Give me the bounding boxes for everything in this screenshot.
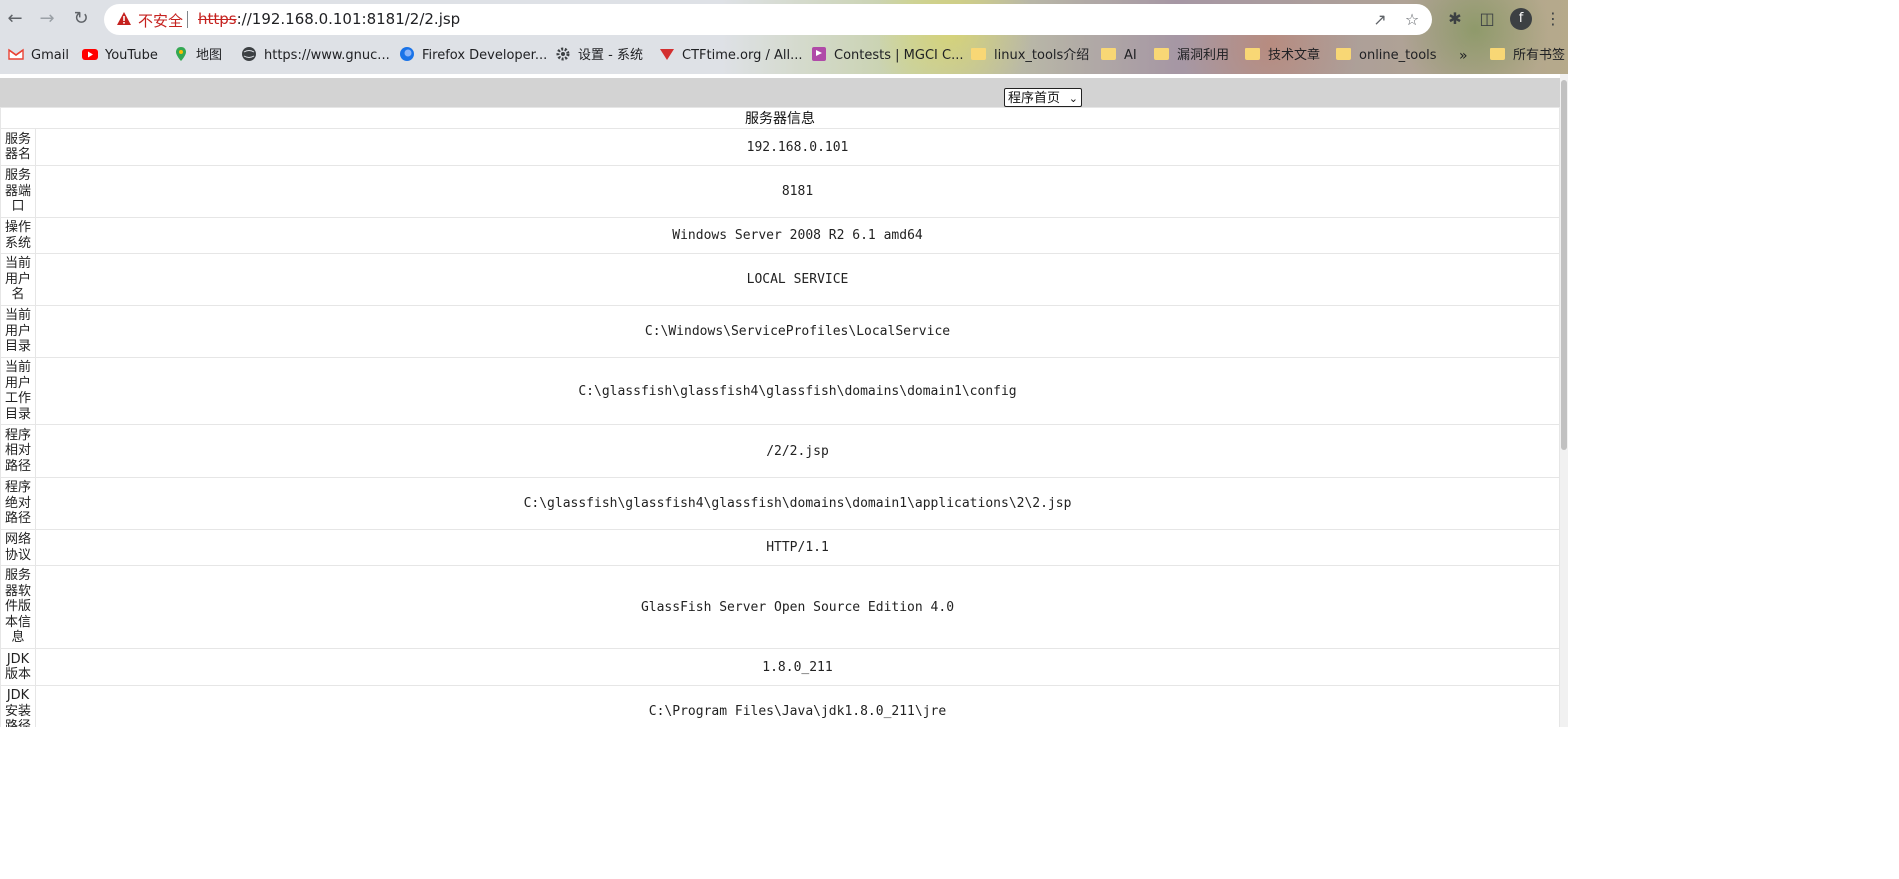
- table-row: JDK版本 1.8.0_211: [0, 648, 1560, 686]
- folder-icon: [1154, 48, 1169, 60]
- menu-kebab-icon[interactable]: ⋮: [1542, 8, 1564, 30]
- bookmark-gmail[interactable]: Gmail: [8, 46, 69, 66]
- url-protocol: https: [198, 10, 237, 28]
- row-value: GlassFish Server Open Source Edition 4.0: [35, 565, 1560, 649]
- program-select[interactable]: 程序首页 ⌄: [1004, 88, 1082, 107]
- table-title: 服务器信息: [0, 107, 1560, 129]
- profile-avatar[interactable]: f: [1510, 8, 1532, 30]
- bookmark-folder-articles[interactable]: 技术文章: [1245, 46, 1320, 66]
- row-value: 8181: [35, 165, 1560, 218]
- row-key: 服务器名: [4, 131, 31, 163]
- bookmark-maps[interactable]: 地图: [173, 46, 222, 66]
- row-key: JDK安装路径: [4, 688, 31, 727]
- all-bookmarks-folder[interactable]: 所有书签: [1490, 46, 1565, 66]
- side-panel-icon[interactable]: ◫: [1476, 8, 1498, 30]
- firefox-icon: [400, 47, 414, 61]
- address-bar[interactable]: 不安全 https://192.168.0.101:8181/2/2.jsp ↗…: [104, 4, 1432, 35]
- flag-icon: [812, 47, 826, 61]
- row-value: C:\glassfish\glassfish4\glassfish\domain…: [35, 477, 1560, 530]
- row-key: 服务器软件版本信息: [4, 568, 31, 646]
- server-info-table: 服务器信息 服务器名 192.168.0.101 服务器端口 8181 操作系统 Wi…: [0, 107, 1560, 727]
- table-row: 服务器端口 8181: [0, 165, 1560, 218]
- bookmark-folder-online-tools[interactable]: online_tools: [1336, 46, 1437, 66]
- row-key: 当前用户工作目录: [4, 360, 31, 422]
- browser-toolbar: ← → ↻ 不安全 https://192.168.0.101:8181/2/2…: [0, 0, 1568, 38]
- not-secure-label[interactable]: 不安全: [138, 10, 183, 31]
- maps-icon: [176, 47, 186, 61]
- share-icon[interactable]: ↗: [1370, 10, 1390, 30]
- gear-icon: [556, 47, 570, 61]
- extensions-icon[interactable]: ✱: [1444, 8, 1466, 30]
- row-key: 当前用户名: [4, 256, 31, 303]
- bookmarks-bar: Gmail YouTube 地图 https://www.gnuc... Fir…: [0, 40, 1568, 72]
- page-content: 程序首页 ⌄ 服务器信息 服务器名 192.168.0.101 服务器端口 8181 …: [0, 74, 1568, 727]
- bookmark-gnuc[interactable]: https://www.gnuc...: [241, 46, 390, 66]
- top-bar: 程序首页 ⌄: [0, 78, 1560, 107]
- table-row: 操作系统 Windows Server 2008 R2 6.1 amd64: [0, 217, 1560, 254]
- table-row: 服务器名 192.168.0.101: [0, 128, 1560, 166]
- folder-icon: [1245, 48, 1260, 60]
- star-icon[interactable]: ☆: [1402, 10, 1422, 30]
- vertical-scrollbar[interactable]: [1560, 74, 1568, 727]
- row-value: C:\glassfish\glassfish4\glassfish\domain…: [35, 357, 1560, 425]
- table-row: 程序相对路径/2/2.jsp: [0, 424, 1560, 478]
- table-row: 当前用户名 LOCAL SERVICE: [0, 253, 1560, 306]
- row-key: JDK版本: [4, 651, 31, 683]
- ctftime-icon: [660, 49, 674, 60]
- warning-icon: [117, 12, 131, 25]
- browser-chrome: ← → ↻ 不安全 https://192.168.0.101:8181/2/2…: [0, 0, 1568, 74]
- youtube-icon: [82, 49, 98, 60]
- row-key: 网络协议: [4, 532, 31, 563]
- bookmark-firefox-dev[interactable]: Firefox Developer...: [399, 46, 547, 66]
- bookmark-folder-ai[interactable]: AI: [1101, 46, 1137, 66]
- folder-icon: [1490, 48, 1505, 60]
- table-row: 服务器软件版本信息 GlassFish Server Open Source Ed…: [0, 565, 1560, 649]
- row-key: 服务器端口: [4, 168, 31, 215]
- globe-icon: [242, 47, 256, 61]
- table-row: 当前用户目录 C:\Windows\ServiceProfiles\LocalSe…: [0, 305, 1560, 358]
- folder-icon: [1101, 48, 1116, 60]
- back-arrow-icon[interactable]: ←: [4, 8, 26, 30]
- table-row: JDK安装路径 C:\Program Files\Java\jdk1.8.0_21…: [0, 685, 1560, 727]
- folder-icon: [971, 48, 986, 60]
- table-row: 网络协议 HTTP/1.1: [0, 529, 1560, 566]
- url-address: ://192.168.0.101:8181/2/2.jsp: [236, 10, 461, 28]
- row-key: 操作系统: [4, 220, 31, 251]
- forward-arrow-icon[interactable]: →: [36, 8, 58, 30]
- bookmarks-overflow-button[interactable]: »: [1459, 46, 1468, 66]
- row-value: 1.8.0_211: [35, 648, 1560, 686]
- row-key: 程序绝对路径: [4, 480, 31, 527]
- row-value: C:\Windows\ServiceProfiles\LocalService: [35, 305, 1560, 358]
- row-value: 192.168.0.101: [35, 128, 1560, 166]
- gmail-icon: [8, 48, 24, 60]
- bookmark-ctftime[interactable]: CTFtime.org / All...: [659, 46, 802, 66]
- bookmark-folder-linux-tools[interactable]: linux_tools介绍: [971, 46, 1089, 66]
- table-row: 当前用户工作目录 C:\glassfish\glassfish4\glassfis…: [0, 357, 1560, 425]
- row-value: Windows Server 2008 R2 6.1 amd64: [35, 217, 1560, 254]
- bookmark-mgci[interactable]: Contests | MGCI C...: [811, 46, 963, 66]
- table-row: 程序绝对路径 C:\glassfish\glassfish4\glassfish\…: [0, 477, 1560, 530]
- scrollbar-thumb[interactable]: [1561, 80, 1567, 450]
- bookmark-youtube[interactable]: YouTube: [82, 46, 158, 66]
- reload-icon[interactable]: ↻: [70, 8, 92, 30]
- row-value: /2/2.jsp: [35, 424, 1560, 478]
- row-value: LOCAL SERVICE: [35, 253, 1560, 306]
- bookmark-folder-exploits[interactable]: 漏洞利用: [1154, 46, 1229, 66]
- chevron-down-icon: ⌄: [1068, 92, 1078, 105]
- row-key: 程序相对路径: [4, 427, 31, 474]
- table-title-row: 服务器信息: [0, 107, 1560, 129]
- folder-icon: [1336, 48, 1351, 60]
- url-text[interactable]: https://192.168.0.101:8181/2/2.jsp: [198, 10, 460, 28]
- bookmark-settings[interactable]: 设置 - 系统: [555, 46, 643, 66]
- row-key: 当前用户目录: [4, 308, 31, 355]
- row-value: C:\Program Files\Java\jdk1.8.0_211\jre: [35, 685, 1560, 727]
- row-value: HTTP/1.1: [35, 529, 1560, 566]
